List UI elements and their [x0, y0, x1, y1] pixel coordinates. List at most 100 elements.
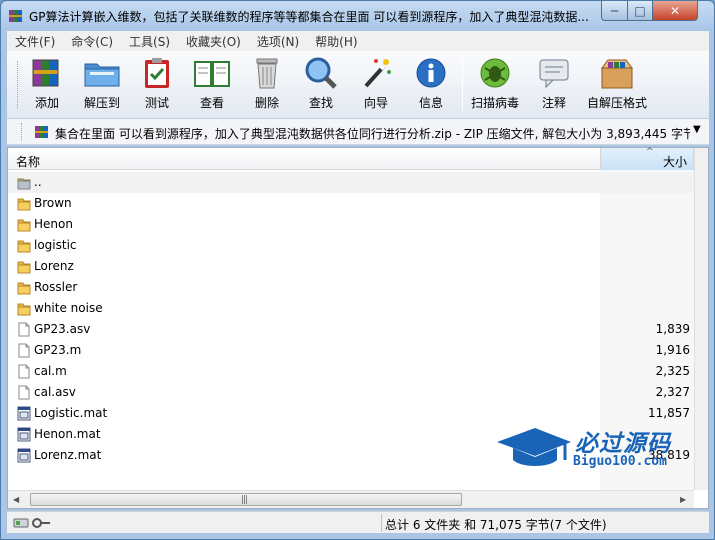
- status-divider: [381, 514, 382, 532]
- file-size: 2,325: [655, 364, 690, 378]
- file-row[interactable]: white noise: [8, 298, 694, 319]
- menu-file[interactable]: 文件(F): [7, 33, 63, 50]
- folder-icon: [17, 196, 31, 211]
- view-label: 查看: [199, 96, 224, 110]
- test-clipboard-icon: [145, 58, 169, 88]
- menu-options[interactable]: 选项(N): [249, 33, 307, 50]
- title-bar[interactable]: GP算法计算嵌入维数，包括了关联维数的程序等等都集合在里面 可以看到源程序，加入…: [1, 1, 714, 31]
- address-grip: [21, 123, 24, 141]
- scroll-thumb-grip: |||: [241, 495, 248, 505]
- scroll-thumb[interactable]: |||: [30, 493, 462, 506]
- vertical-scrollbar[interactable]: [694, 148, 708, 490]
- toolbar-separator: [462, 57, 463, 111]
- file-row[interactable]: cal.asv 2,327: [8, 382, 694, 403]
- scroll-left-icon[interactable]: ◀: [13, 495, 19, 504]
- wizard-button[interactable]: 向导: [350, 56, 402, 114]
- extract-button[interactable]: 解压到: [76, 56, 128, 114]
- file-name: Lorenz: [34, 259, 74, 273]
- folder-icon: [17, 217, 31, 232]
- file-row[interactable]: GP23.m 1,916: [8, 340, 694, 361]
- delete-button[interactable]: 删除: [241, 56, 293, 114]
- parent-folder-icon: [17, 175, 31, 190]
- file-row[interactable]: GP23.asv 1,839: [8, 319, 694, 340]
- file-size: 1,916: [655, 343, 690, 357]
- winrar-app-icon: [9, 10, 22, 22]
- watermark-url: Biguo100.com: [573, 454, 667, 469]
- close-button[interactable]: ✕: [652, 1, 698, 21]
- file-rows: .. Brown Henon logistic Lorenz Rossler white n…: [8, 172, 694, 466]
- zip-archive-icon: [35, 126, 48, 138]
- address-dropdown-icon[interactable]: ▼: [693, 124, 701, 135]
- file-row[interactable]: logistic: [8, 235, 694, 256]
- status-bar: 总计 6 文件夹 和 71,075 字节(7 个文件): [7, 511, 709, 533]
- file-name: white noise: [34, 301, 103, 315]
- folder-icon: [17, 301, 31, 316]
- folder-icon: [17, 238, 31, 253]
- size-column-header[interactable]: ^ 大小: [600, 147, 694, 170]
- file-name: Henon: [34, 217, 73, 231]
- file-size: 2,327: [655, 385, 690, 399]
- add-archive-icon: [32, 59, 59, 87]
- add-button[interactable]: 添加: [21, 56, 73, 114]
- file-name: ..: [34, 175, 42, 189]
- file-size: 1,839: [655, 322, 690, 336]
- address-path: 集合在里面 可以看到源程序，加入了典型混沌数据供各位同行进行分析.zip - Z…: [55, 127, 690, 141]
- folder-icon: [17, 280, 31, 295]
- menu-favorites[interactable]: 收藏夹(O): [178, 33, 249, 50]
- file-name: Brown: [34, 196, 72, 210]
- trash-icon: [256, 58, 278, 89]
- mat-file-icon: [17, 406, 31, 421]
- file-row[interactable]: Brown: [8, 193, 694, 214]
- file-row[interactable]: Rossler: [8, 277, 694, 298]
- toolbar: 添加 解压到 测试 查看 删除 查找 向导 信息 扫描病毒 注释 自解压格式: [7, 51, 709, 119]
- sort-ascending-icon: ^: [646, 147, 654, 157]
- file-name: cal.asv: [34, 385, 76, 399]
- file-icon: [17, 322, 31, 337]
- delete-label: 删除: [254, 96, 279, 110]
- file-row[interactable]: ..: [8, 172, 694, 193]
- comment-label: 注释: [541, 96, 566, 110]
- app-window: GP算法计算嵌入维数，包括了关联维数的程序等等都集合在里面 可以看到源程序，加入…: [0, 0, 715, 540]
- scan-virus-label: 扫描病毒: [470, 96, 519, 110]
- status-drive-key-icon: [13, 518, 50, 528]
- address-bar[interactable]: 集合在里面 可以看到源程序，加入了典型混沌数据供各位同行进行分析.zip - Z…: [7, 119, 709, 145]
- size-column-label: 大小: [662, 155, 687, 169]
- sfx-box-icon: [601, 59, 633, 89]
- file-name: Lorenz.mat: [34, 448, 102, 462]
- info-button[interactable]: 信息: [405, 56, 457, 114]
- comment-button[interactable]: 注释: [528, 56, 580, 114]
- file-icon: [17, 385, 31, 400]
- maximize-button[interactable]: □: [627, 1, 653, 21]
- file-name: logistic: [34, 238, 77, 252]
- wizard-label: 向导: [363, 96, 388, 110]
- file-row[interactable]: Logistic.mat 11,857: [8, 403, 694, 424]
- find-button[interactable]: 查找: [295, 56, 347, 114]
- menu-commands[interactable]: 命令(C): [63, 33, 121, 50]
- file-row[interactable]: Lorenz: [8, 256, 694, 277]
- info-icon: [416, 58, 446, 88]
- search-icon: [305, 57, 337, 89]
- file-name: GP23.m: [34, 343, 82, 357]
- horizontal-scrollbar[interactable]: ◀ ||| ▶: [8, 490, 694, 508]
- scroll-right-icon[interactable]: ▶: [680, 495, 686, 504]
- column-header: 名称 ^ 大小: [8, 147, 708, 170]
- window-title: GP算法计算嵌入维数，包括了关联维数的程序等等都集合在里面 可以看到源程序，加入…: [29, 10, 589, 24]
- file-row[interactable]: cal.m 2,325: [8, 361, 694, 382]
- sfx-label: 自解压格式: [586, 96, 647, 110]
- menu-tools[interactable]: 工具(S): [121, 33, 178, 50]
- file-row[interactable]: Henon: [8, 214, 694, 235]
- find-label: 查找: [308, 96, 333, 110]
- file-name: Henon.mat: [34, 427, 101, 441]
- menu-help[interactable]: 帮助(H): [307, 33, 365, 50]
- menu-bar: 文件(F) 命令(C) 工具(S) 收藏夹(O) 选项(N) 帮助(H): [7, 31, 709, 51]
- extract-folder-icon: [84, 63, 120, 87]
- view-button[interactable]: 查看: [186, 56, 238, 114]
- scan-virus-button[interactable]: 扫描病毒: [469, 56, 521, 114]
- comment-icon: [539, 59, 569, 89]
- name-column-header[interactable]: 名称: [16, 153, 40, 170]
- sfx-button[interactable]: 自解压格式: [585, 56, 649, 114]
- minimize-button[interactable]: ─: [601, 1, 628, 21]
- watermark-logo: 必过源码 Biguo100.com: [495, 424, 695, 472]
- test-button[interactable]: 测试: [131, 56, 183, 114]
- toolbar-grip[interactable]: [17, 61, 20, 109]
